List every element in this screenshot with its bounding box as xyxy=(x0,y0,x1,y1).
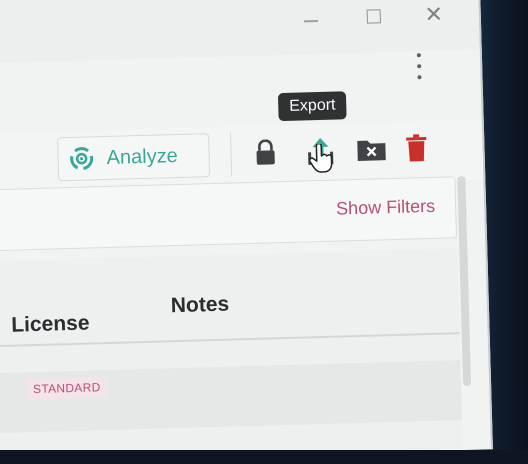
delete-folder-icon xyxy=(357,140,386,161)
title-bar xyxy=(0,0,480,64)
lock-button[interactable] xyxy=(250,135,281,170)
column-header-notes[interactable]: Notes xyxy=(170,293,229,319)
monitor-bezel-bottom xyxy=(0,450,528,464)
lock-icon xyxy=(256,139,275,165)
more-menu-icon[interactable] xyxy=(414,53,425,80)
analyze-label: Analyze xyxy=(106,144,179,169)
delete-button[interactable] xyxy=(401,131,432,166)
column-header-license[interactable]: License xyxy=(11,312,90,338)
maximize-button[interactable] xyxy=(358,4,389,29)
show-filters-link[interactable]: Show Filters xyxy=(336,196,436,220)
close-button[interactable]: ✕ xyxy=(418,1,449,28)
maximize-icon xyxy=(366,9,381,24)
minimize-button[interactable] xyxy=(295,6,326,31)
analyze-button[interactable]: Analyze xyxy=(57,133,211,182)
delete-folder-button[interactable] xyxy=(356,132,387,167)
analyze-icon xyxy=(70,147,94,171)
hand-cursor-icon xyxy=(308,143,333,173)
trash-icon xyxy=(406,134,427,162)
export-tooltip: Export xyxy=(277,91,347,122)
app-window: ✕ Analyze Export Show Filters License No… xyxy=(0,0,493,464)
license-badge: STANDARD xyxy=(26,377,107,400)
close-icon: ✕ xyxy=(424,1,444,28)
minimize-icon xyxy=(303,20,318,23)
